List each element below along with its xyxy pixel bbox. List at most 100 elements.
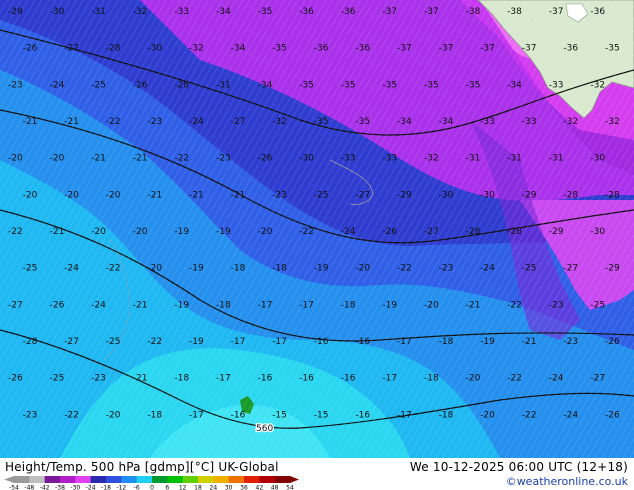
temperature-value: -35 bbox=[341, 80, 356, 90]
temperature-value: -34 bbox=[439, 117, 454, 127]
temperature-value: -21 bbox=[189, 190, 204, 200]
temperature-value: -15 bbox=[272, 410, 287, 420]
temperature-value: -15 bbox=[314, 410, 329, 420]
temperature-value: -24 bbox=[341, 227, 356, 237]
temperature-value: -17 bbox=[258, 300, 273, 310]
temperature-value: -25 bbox=[106, 337, 121, 347]
temperature-value: -36 bbox=[314, 44, 329, 54]
temperature-value: -20 bbox=[64, 190, 79, 200]
contour-label: 560 bbox=[256, 424, 273, 434]
temperature-value: -24 bbox=[189, 117, 204, 127]
temperature-value: -29 bbox=[549, 227, 564, 237]
colorbar-tick-label: -24 bbox=[86, 485, 96, 490]
colorbar-swatch bbox=[136, 476, 153, 483]
temperature-value: -32 bbox=[563, 117, 578, 127]
temperature-value: -31 bbox=[216, 80, 231, 90]
temperature-value: -24 bbox=[50, 80, 65, 90]
colorbar-swatch bbox=[213, 476, 229, 483]
temperature-value: -27 bbox=[424, 227, 439, 237]
temperature-value: -21 bbox=[466, 300, 481, 310]
colorbar-arrow-low bbox=[4, 476, 14, 483]
temperature-value: -33 bbox=[382, 154, 397, 164]
temperature-value: -37 bbox=[382, 7, 397, 17]
colorbar-tick-label: -18 bbox=[101, 485, 111, 490]
temperature-value: -32 bbox=[605, 117, 620, 127]
temperature-value: -37 bbox=[480, 44, 495, 54]
temperature-value: -21 bbox=[522, 337, 537, 347]
temperature-value: -34 bbox=[258, 80, 273, 90]
temperature-value: -19 bbox=[480, 337, 495, 347]
colorbar-arrow-high bbox=[290, 476, 299, 483]
temperature-value: -25 bbox=[91, 80, 106, 90]
temperature-value: -25 bbox=[314, 190, 329, 200]
temperature-value: -22 bbox=[507, 374, 522, 384]
temperature-value: -35 bbox=[466, 80, 481, 90]
temperature-value: -20 bbox=[355, 264, 370, 274]
credit-link[interactable]: ©weatheronline.co.uk bbox=[506, 475, 628, 488]
temperature-value: -28 bbox=[466, 227, 481, 237]
colorbar-tick-label: -12 bbox=[116, 485, 126, 490]
temperature-value: -17 bbox=[272, 337, 287, 347]
temperature-value: -24 bbox=[563, 410, 578, 420]
temperature-value: -34 bbox=[231, 44, 246, 54]
temperature-value: -23 bbox=[216, 154, 231, 164]
temperature-value: -34 bbox=[216, 7, 231, 17]
temperature-value: -22 bbox=[299, 227, 314, 237]
temperature-value: -26 bbox=[258, 154, 273, 164]
temperature-value: -20 bbox=[50, 154, 65, 164]
temperature-value: -20 bbox=[23, 190, 38, 200]
temperature-value: -25 bbox=[23, 264, 38, 274]
temperature-value: -18 bbox=[231, 264, 246, 274]
colorbar-tick-label: 12 bbox=[179, 485, 187, 490]
temperature-value: -23 bbox=[8, 80, 23, 90]
temperature-value: -26 bbox=[133, 80, 148, 90]
temperature-value: -38 bbox=[507, 7, 522, 17]
temperature-value: -31 bbox=[549, 154, 564, 164]
temperature-value: -29 bbox=[605, 264, 620, 274]
temperature-value: -37 bbox=[424, 7, 439, 17]
temperature-value: -22 bbox=[64, 410, 79, 420]
temperature-value: -25 bbox=[590, 300, 605, 310]
colorbar-swatch bbox=[244, 476, 260, 483]
temperature-value: -33 bbox=[341, 154, 356, 164]
temperature-value: -35 bbox=[355, 117, 370, 127]
temperature-value: -32 bbox=[590, 80, 605, 90]
temperature-value: -20 bbox=[106, 190, 121, 200]
temperature-value: -26 bbox=[605, 410, 620, 420]
temperature-value: -23 bbox=[439, 264, 454, 274]
temperature-value: -23 bbox=[91, 374, 106, 384]
temperature-value: -28 bbox=[563, 190, 578, 200]
colorbar-swatch bbox=[60, 476, 76, 483]
temperature-value: -35 bbox=[258, 7, 273, 17]
temperature-value: -27 bbox=[231, 117, 246, 127]
temperature-value: -19 bbox=[189, 337, 204, 347]
temperature-value: -27 bbox=[8, 300, 23, 310]
temperature-value: -23 bbox=[563, 337, 578, 347]
temperature-value: -36 bbox=[341, 7, 356, 17]
temperature-value: -28 bbox=[174, 80, 189, 90]
temperature-value: -30 bbox=[590, 154, 605, 164]
temperature-value: -36 bbox=[355, 44, 370, 54]
colorbar-swatch bbox=[121, 476, 137, 483]
temperature-value: -18 bbox=[341, 300, 356, 310]
temperature-value: -33 bbox=[549, 80, 564, 90]
temperature-value: -29 bbox=[397, 190, 412, 200]
temperature-value: -30 bbox=[50, 7, 65, 17]
temperature-value: -18 bbox=[272, 264, 287, 274]
temperature-value: -21 bbox=[133, 374, 148, 384]
temperature-value: -18 bbox=[174, 374, 189, 384]
colorbar-swatch bbox=[259, 476, 275, 483]
temperature-value: -34 bbox=[507, 80, 522, 90]
temperature-value: -27 bbox=[64, 337, 79, 347]
temperature-value: -35 bbox=[424, 80, 439, 90]
temperature-value: -20 bbox=[466, 374, 481, 384]
temperature-value: -21 bbox=[147, 190, 162, 200]
temperature-value: -23 bbox=[549, 300, 564, 310]
temperature-value: -23 bbox=[272, 190, 287, 200]
colorbar-swatch bbox=[14, 476, 30, 483]
temperature-value: -17 bbox=[299, 300, 314, 310]
temperature-value: -35 bbox=[314, 117, 329, 127]
temperature-value: -35 bbox=[605, 44, 620, 54]
temperature-value: -19 bbox=[314, 264, 329, 274]
temperature-value: -36 bbox=[590, 7, 605, 17]
